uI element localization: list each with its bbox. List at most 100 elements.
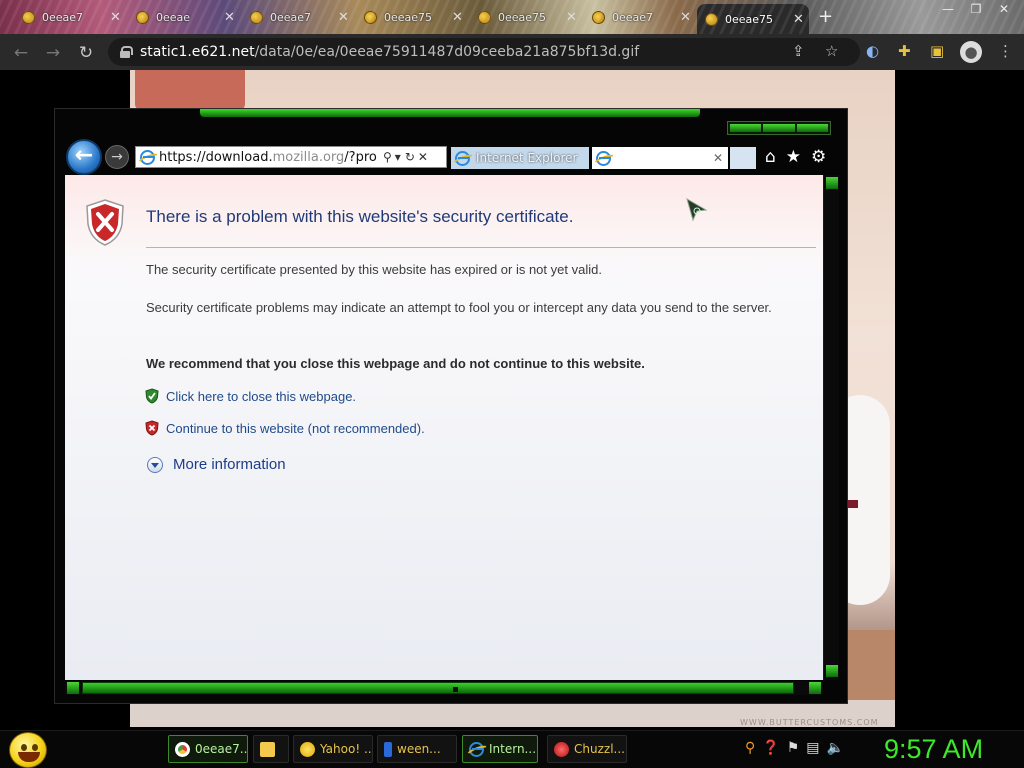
red-shield-icon: [145, 420, 159, 436]
continue-website-link[interactable]: Continue to this website (not recommende…: [145, 420, 425, 436]
ie-forward-button[interactable]: →: [105, 145, 129, 169]
divider: [146, 247, 816, 248]
taskbar-item-internet-explorer[interactable]: Intern...: [462, 735, 538, 763]
refresh-icon[interactable]: ↻: [405, 150, 415, 164]
tab-close-icon[interactable]: ✕: [566, 10, 577, 25]
ie-tab-title: Internet Explorer: [476, 151, 578, 165]
tab-close-icon[interactable]: ✕: [338, 10, 349, 25]
ie-tab-inactive[interactable]: Internet Explorer: [451, 147, 589, 169]
tools-gear-icon[interactable]: ⚙: [811, 147, 826, 167]
ie-new-tab-button[interactable]: [730, 147, 756, 169]
reload-icon[interactable]: ↻: [75, 42, 97, 64]
tab-close-icon[interactable]: ✕: [680, 10, 691, 25]
tab-close-icon[interactable]: ✕: [793, 12, 804, 27]
taskbar-item-label: ween...: [397, 742, 441, 756]
vertical-scrollbar[interactable]: [823, 175, 839, 680]
chrome-tab-strip: 0eeae7 ✕ 0eeae ✕ 0eeae7 ✕ 0eeae75 ✕ 0eea…: [0, 0, 1024, 34]
chrome-tab[interactable]: 0eeae75 ✕: [470, 4, 582, 30]
page-viewport: WWW.BUTTERCUSTOMS.COM ← → https://downlo…: [0, 70, 1024, 730]
chrome-tab[interactable]: 0eeae7 ✕: [242, 4, 354, 30]
menu-kebab-icon[interactable]: ⋮: [998, 42, 1013, 60]
chrome-tab-active[interactable]: 0eeae75 ✕: [697, 4, 809, 34]
more-information-toggle[interactable]: More information: [147, 456, 286, 473]
search-icon[interactable]: ⚲: [383, 150, 392, 164]
tab-title: 0eeae75: [384, 10, 433, 24]
recommendation-text: We recommend that you close this webpage…: [146, 356, 645, 371]
chrome-toolbar: ← → ↻ static1.e621.net/data/0e/ea/0eeae7…: [0, 34, 1024, 70]
home-icon[interactable]: ⌂: [765, 147, 776, 167]
tab-title: 0eeae7: [270, 10, 312, 24]
volume-icon[interactable]: 🔈: [827, 740, 844, 756]
ie-tab-active[interactable]: ✕: [592, 147, 728, 169]
tab-favicon-icon: [250, 10, 263, 24]
ie-url-suffix: /?product: [344, 149, 377, 165]
expand-chevron-icon: [147, 456, 163, 473]
tab-title: 0eeae75: [498, 10, 547, 24]
back-icon[interactable]: ←: [10, 42, 32, 64]
close-webpage-link[interactable]: Click here to close this webpage.: [145, 388, 356, 404]
close-window-icon[interactable]: ✕: [990, 0, 1018, 18]
tab-close-icon[interactable]: ✕: [224, 10, 235, 25]
more-information-label: More information: [173, 456, 286, 473]
chrome-tab[interactable]: 0eeae7 ✕: [14, 4, 126, 30]
share-icon[interactable]: ⇪: [792, 42, 805, 60]
taskbar-item-label: Chuzzl...: [574, 742, 625, 756]
ie-address-bar[interactable]: https://download.mozilla.org/?product ⚲ …: [135, 146, 447, 168]
ie-tab-close-icon[interactable]: ✕: [713, 151, 723, 165]
ie-back-button[interactable]: ←: [66, 139, 102, 175]
ie-url-prefix: https://download.: [159, 149, 273, 165]
favorites-star-icon[interactable]: ★: [786, 147, 801, 167]
taskbar-item-label: Intern...: [489, 742, 537, 756]
ie-logo-icon: [596, 150, 611, 166]
error-shield-icon: [86, 199, 124, 246]
chrome-tab[interactable]: 0eeae75 ✕: [356, 4, 468, 30]
tab-close-icon[interactable]: ✕: [452, 10, 463, 25]
window-controls[interactable]: [727, 121, 831, 135]
forward-icon[interactable]: →: [42, 42, 64, 64]
taskbar-item-chrome[interactable]: 0eeae7...: [168, 735, 248, 763]
network-icon[interactable]: ▤: [806, 740, 819, 756]
tab-favicon-icon: [478, 10, 491, 24]
scrollbar-thumb[interactable]: [82, 682, 794, 694]
search-magnifier-icon[interactable]: ⚲: [745, 740, 755, 756]
watermark-text: WWW.BUTTERCUSTOMS.COM: [740, 718, 879, 727]
action-center-flag-icon[interactable]: ⚑: [787, 740, 800, 756]
url-path: /data/0e/ea/0eeae75911487d09ceeba21a875b…: [254, 44, 640, 60]
taskbar-item-ween[interactable]: ween...: [377, 735, 457, 763]
tab-favicon-icon: [22, 10, 35, 24]
side-panel-icon[interactable]: ▣: [930, 42, 944, 60]
stop-icon[interactable]: ✕: [418, 150, 428, 164]
taskbar-clock[interactable]: 9:57 AM: [884, 734, 983, 765]
chrome-tab[interactable]: 0eeae ✕: [128, 4, 240, 30]
address-bar[interactable]: static1.e621.net/data/0e/ea/0eeae7591148…: [108, 38, 860, 66]
continue-website-link-label: Continue to this website (not recommende…: [166, 420, 425, 436]
tab-favicon-icon: [136, 10, 149, 24]
scroll-down-arrow[interactable]: [826, 665, 838, 677]
taskbar: 0eeae7... Yahoo! ... ween... Intern... C…: [0, 730, 1024, 768]
bookmark-star-icon[interactable]: ☆: [825, 42, 838, 60]
help-icon[interactable]: ❓: [762, 740, 779, 756]
minimize-icon[interactable]: —: [934, 0, 962, 18]
tab-close-icon[interactable]: ✕: [110, 10, 121, 25]
start-button-smiley-icon[interactable]: [9, 732, 47, 768]
system-tray: ⚲ ❓ ⚑ ▤ 🔈: [745, 740, 844, 756]
extension-profile-icon[interactable]: ◐: [866, 42, 879, 60]
profile-avatar-icon[interactable]: ●: [960, 41, 982, 63]
scroll-right-arrow[interactable]: [809, 682, 821, 694]
mouse-cursor-icon: [686, 198, 708, 222]
puzzle-icon[interactable]: ✚: [898, 42, 911, 60]
chrome-tab[interactable]: 0eeae7 ✕: [584, 4, 696, 30]
taskbar-item-yahoo[interactable]: Yahoo! ...: [293, 735, 373, 763]
taskbar-item-folder[interactable]: [253, 735, 289, 763]
tab-title: 0eeae7: [612, 10, 654, 24]
scroll-up-arrow[interactable]: [826, 177, 838, 189]
scroll-left-arrow[interactable]: [67, 682, 79, 694]
horizontal-scrollbar[interactable]: [65, 681, 823, 695]
new-tab-button[interactable]: +: [818, 6, 833, 27]
dropdown-icon[interactable]: ▾: [395, 150, 401, 164]
restore-icon[interactable]: ❐: [962, 0, 990, 18]
taskbar-item-chuzzle[interactable]: Chuzzl...: [547, 735, 627, 763]
chrome-icon: [175, 741, 190, 757]
document-icon: [384, 741, 392, 757]
folder-icon: [260, 741, 275, 757]
